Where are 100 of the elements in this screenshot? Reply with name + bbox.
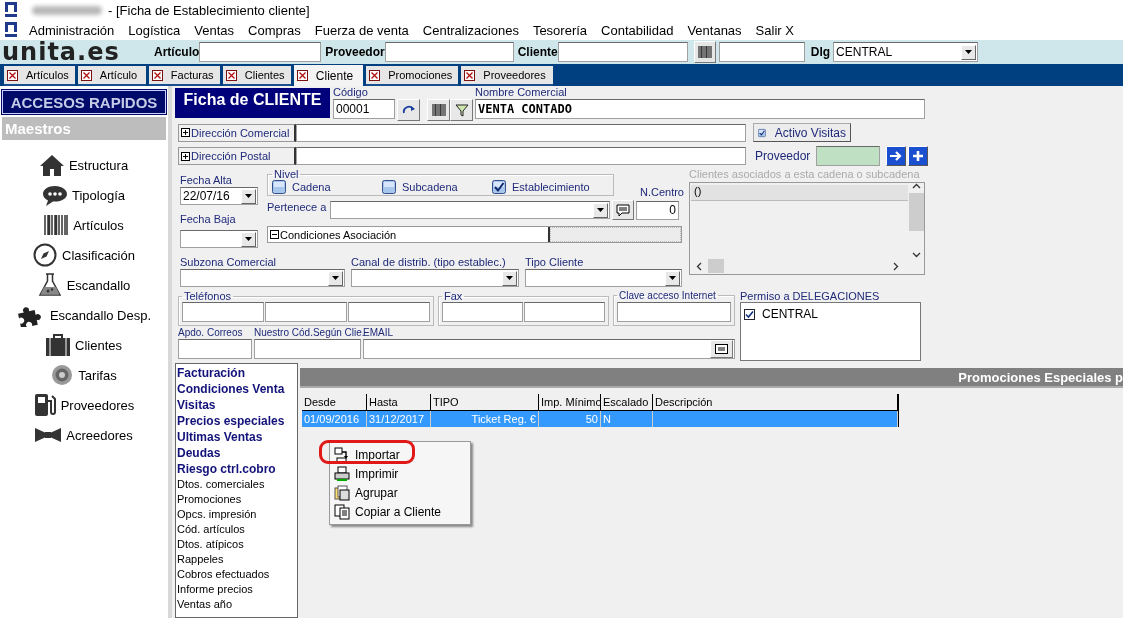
input-field[interactable] [265, 302, 347, 322]
input-field[interactable] [557, 42, 688, 62]
tab[interactable]: Promociones [366, 66, 459, 86]
input-field[interactable] [816, 146, 881, 166]
input-field[interactable] [363, 339, 735, 359]
link[interactable]: Visitas [176, 397, 297, 413]
sidebar-item[interactable]: Escandallo Desp. [0, 300, 168, 330]
input-field[interactable] [199, 42, 322, 62]
input-field[interactable]: VENTA CONTADO [475, 99, 925, 119]
input-field[interactable] [296, 147, 746, 165]
tab[interactable]: Facturas [148, 66, 220, 86]
input-field[interactable] [524, 302, 605, 322]
checkbox-option[interactable]: Establecimiento [492, 179, 602, 194]
menu-item[interactable]: Centralizaciones [415, 22, 526, 38]
filter-button[interactable] [450, 99, 473, 121]
menu-item[interactable]: Agrupar [330, 483, 470, 502]
menu-item[interactable]: Ventanas [680, 22, 749, 38]
column-header[interactable]: Hasta [367, 394, 431, 411]
link[interactable]: Promociones [176, 492, 297, 507]
link[interactable]: Cobros efectuados [176, 567, 297, 582]
dropdown-field[interactable] [525, 269, 682, 287]
input-field[interactable] [296, 123, 746, 142]
checkbox-option[interactable]: CENTRAL [744, 307, 917, 321]
dropdown-field[interactable] [351, 269, 519, 287]
expander[interactable]: Condiciones Asociación [268, 227, 550, 242]
expander[interactable]: Dirección Comercial [178, 123, 296, 142]
input-field[interactable] [182, 302, 264, 322]
column-header[interactable]: TIPO [431, 394, 539, 411]
tab[interactable]: Clientes [222, 66, 291, 86]
dropdown-field[interactable] [180, 269, 345, 287]
link[interactable]: Opcs. impresión [176, 507, 297, 522]
input-field[interactable] [254, 339, 361, 359]
sidebar-item[interactable]: Estructura [0, 150, 168, 180]
sidebar-item[interactable]: Clientes [0, 330, 168, 360]
link[interactable]: Cód. artículos [176, 522, 297, 537]
link[interactable]: Dtos. comerciales [176, 477, 297, 492]
checkbox[interactable] [492, 179, 506, 194]
sidebar-item[interactable]: Escandallo [0, 270, 168, 300]
checkbox[interactable] [272, 179, 286, 194]
menu-item[interactable]: Tesorería [525, 22, 595, 38]
barcode-button[interactable] [693, 41, 716, 63]
expander[interactable]: Dirección Postal [178, 147, 296, 165]
column-header[interactable]: Descripción [653, 394, 898, 411]
tab[interactable]: Proveedores [461, 66, 554, 86]
checkbox-option[interactable]: Cadena [272, 179, 382, 194]
input-field[interactable] [718, 42, 805, 62]
scroll-thumb[interactable] [708, 259, 724, 273]
menu-item[interactable]: Fuerza de venta [307, 22, 416, 38]
scrollbar[interactable] [908, 183, 924, 258]
menu-item[interactable]: Contabilidad [594, 22, 681, 38]
sidebar-item[interactable]: Artículos [0, 210, 168, 240]
link[interactable]: Ventas año [176, 597, 297, 612]
menu-item[interactable]: Administración [22, 22, 122, 38]
email-button[interactable] [710, 340, 733, 358]
input-field[interactable]: 0 [636, 200, 679, 220]
note-button[interactable] [612, 200, 634, 220]
tab[interactable]: Artículos [4, 66, 75, 86]
column-header[interactable]: Escalado [601, 394, 653, 411]
link[interactable]: Informe precios [176, 582, 297, 597]
checkbox[interactable] [744, 308, 755, 320]
link[interactable]: Ultimas Ventas [176, 429, 297, 445]
redo-button[interactable] [397, 99, 420, 121]
input-field[interactable] [384, 42, 514, 62]
link[interactable]: Deudas [176, 445, 297, 461]
link[interactable]: Facturación [176, 365, 297, 381]
menu-item[interactable]: Compras [241, 22, 308, 38]
checkbox[interactable] [382, 179, 396, 194]
link[interactable]: Rappeles [176, 552, 297, 567]
dropdown-field[interactable]: CENTRAL [833, 42, 979, 62]
sidebar-item[interactable]: Clasificación [0, 240, 168, 270]
input-field[interactable] [617, 301, 731, 322]
add-button[interactable] [908, 146, 929, 166]
go-button[interactable] [886, 146, 907, 166]
link[interactable]: Riesgo ctrl.cobro [176, 461, 297, 477]
column-header[interactable]: Desde [302, 394, 367, 411]
input-field[interactable] [348, 302, 430, 322]
dropdown-field[interactable] [330, 201, 610, 219]
barcode-button[interactable] [427, 99, 450, 121]
menu-item[interactable]: Logística [121, 22, 188, 38]
sidebar-item[interactable]: Acreedores [0, 420, 168, 450]
tab[interactable]: Artículo [77, 66, 146, 86]
menu-item[interactable]: Importar [330, 445, 470, 464]
input-field[interactable] [178, 339, 252, 359]
column-header[interactable]: Imp. Mínimo [539, 394, 601, 411]
checkbox-option[interactable]: Subcadena [382, 179, 492, 194]
checkbox-button[interactable]: Activo Visitas [753, 123, 851, 142]
link[interactable]: Precios especiales [176, 413, 297, 429]
tab[interactable]: Cliente [293, 65, 364, 86]
input-field[interactable] [442, 302, 523, 322]
link[interactable]: Dtos. atípicos [176, 537, 297, 552]
input-field[interactable]: 00001 [333, 99, 395, 119]
menu-item[interactable]: Salir X [748, 22, 801, 38]
date-dropdown[interactable]: 22/07/16 [180, 187, 258, 205]
date-dropdown[interactable] [180, 230, 258, 248]
sidebar-item[interactable]: Tarifas [0, 360, 168, 390]
menu-item[interactable]: Copiar a Cliente [330, 502, 470, 521]
sidebar-item[interactable]: Proveedores [0, 390, 168, 420]
menu-item[interactable]: Imprimir [330, 464, 470, 483]
sidebar-item[interactable]: Tipología [0, 180, 168, 210]
menu-item[interactable]: Ventas [187, 22, 242, 38]
